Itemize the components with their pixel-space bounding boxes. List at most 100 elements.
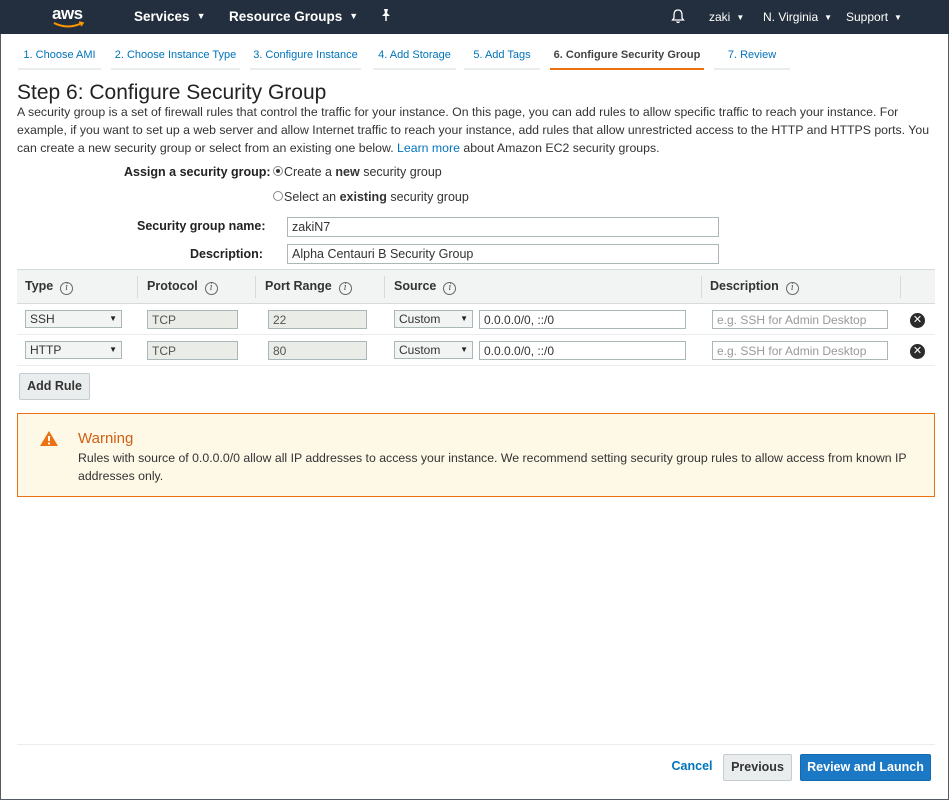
review-and-launch-button[interactable]: Review and Launch bbox=[800, 754, 931, 781]
port-range-field: 22 bbox=[268, 310, 367, 329]
chevron-down-icon: ▼ bbox=[736, 13, 745, 22]
chevron-down-icon: ▼ bbox=[824, 13, 833, 22]
tab-label: 6. Configure Security Group bbox=[553, 49, 701, 61]
protocol-field: TCP bbox=[147, 341, 238, 360]
region-name: N. Virginia bbox=[763, 10, 819, 24]
table-row: HTTP ▼ TCP 80 Custom ▼ 0.0.0.0/0, ::/0 e.g… bbox=[17, 335, 935, 366]
aws-smile-icon bbox=[53, 21, 85, 28]
tab-configure-security-group[interactable]: 6. Configure Security Group bbox=[550, 44, 704, 70]
column-divider bbox=[701, 276, 702, 298]
services-label: Services bbox=[134, 9, 190, 24]
aws-logo[interactable]: aws bbox=[52, 4, 86, 30]
add-rule-button[interactable]: Add Rule bbox=[19, 373, 90, 400]
warning-alert: Warning Rules with source of 0.0.0.0/0 a… bbox=[17, 413, 935, 497]
header-label: Port Range bbox=[265, 279, 332, 293]
tab-label: 5. Add Tags bbox=[473, 49, 531, 61]
column-header-source: Source i bbox=[394, 279, 457, 295]
source-cidr-input[interactable]: 0.0.0.0/0, ::/0 bbox=[479, 310, 686, 329]
info-icon[interactable]: i bbox=[443, 282, 457, 295]
info-icon[interactable]: i bbox=[785, 282, 799, 295]
security-group-name-input[interactable]: zakiN7 bbox=[287, 217, 719, 237]
top-nav-bar: aws Services ▼ Resource Groups ▼ zaki ▼ N. … bbox=[0, 0, 949, 34]
pin-icon[interactable] bbox=[380, 8, 392, 25]
radio-button-icon[interactable] bbox=[273, 191, 283, 201]
user-name: zaki bbox=[709, 10, 731, 24]
type-select[interactable]: HTTP ▼ bbox=[25, 341, 122, 359]
region-menu[interactable]: N. Virginia ▼ bbox=[763, 10, 832, 24]
security-group-name-label: Security group name: bbox=[137, 219, 266, 233]
support-menu[interactable]: Support ▼ bbox=[846, 10, 902, 24]
info-icon[interactable]: i bbox=[204, 282, 218, 295]
column-divider bbox=[255, 276, 256, 298]
radio-select-existing[interactable]: Select an existing security group bbox=[273, 190, 469, 204]
table-row: SSH ▼ TCP 22 Custom ▼ 0.0.0.0/0, ::/0 e.g.… bbox=[17, 304, 935, 335]
previous-button[interactable]: Previous bbox=[723, 754, 792, 781]
tab-label: 1. Choose AMI bbox=[23, 49, 96, 61]
tab-review[interactable]: 7. Review bbox=[714, 44, 790, 70]
remove-rule-icon[interactable]: ✕ bbox=[910, 344, 925, 359]
assign-group-label: Assign a security group: bbox=[124, 165, 271, 179]
tab-configure-instance[interactable]: 3. Configure Instance bbox=[250, 44, 361, 70]
header-label: Description bbox=[710, 279, 779, 293]
remove-rule-icon[interactable]: ✕ bbox=[910, 313, 925, 328]
dropdown-arrow-icon: ▼ bbox=[109, 345, 117, 354]
rule-description-input[interactable]: e.g. SSH for Admin Desktop bbox=[712, 341, 888, 360]
radio-create-new[interactable]: Create a new security group bbox=[273, 165, 442, 179]
intro-tail: about Amazon EC2 security groups. bbox=[463, 141, 660, 155]
column-header-type: Type i bbox=[25, 279, 74, 295]
select-value: Custom bbox=[399, 343, 441, 357]
warning-icon bbox=[40, 431, 58, 446]
source-type-select[interactable]: Custom ▼ bbox=[394, 341, 473, 359]
source-cidr-input[interactable]: 0.0.0.0/0, ::/0 bbox=[479, 341, 686, 360]
column-divider bbox=[384, 276, 385, 298]
info-icon[interactable]: i bbox=[60, 282, 74, 295]
page-title: Step 6: Configure Security Group bbox=[17, 81, 327, 104]
rules-table-header: Type i Protocol i Port Range i Source i Desc… bbox=[17, 269, 935, 304]
column-divider bbox=[900, 276, 901, 298]
option-select-pre: Select an bbox=[284, 190, 340, 204]
column-header-description: Description i bbox=[710, 279, 799, 295]
dropdown-arrow-icon: ▼ bbox=[460, 345, 468, 354]
description-input[interactable]: Alpha Centauri B Security Group bbox=[287, 244, 719, 264]
rule-description-input[interactable]: e.g. SSH for Admin Desktop bbox=[712, 310, 888, 329]
support-label: Support bbox=[846, 10, 889, 24]
header-label: Protocol bbox=[147, 279, 198, 293]
resource-groups-label: Resource Groups bbox=[229, 9, 343, 24]
header-label: Source bbox=[394, 279, 437, 293]
info-icon[interactable]: i bbox=[338, 282, 352, 295]
tab-add-storage[interactable]: 4. Add Storage bbox=[373, 44, 456, 70]
chevron-down-icon: ▼ bbox=[894, 13, 902, 22]
select-value: Custom bbox=[399, 312, 441, 326]
tab-label: 4. Add Storage bbox=[378, 49, 451, 61]
tab-add-tags[interactable]: 5. Add Tags bbox=[464, 44, 540, 70]
option-create-bold: new bbox=[335, 165, 360, 179]
resource-groups-menu[interactable]: Resource Groups ▼ bbox=[229, 9, 358, 24]
chevron-down-icon: ▼ bbox=[349, 11, 359, 21]
protocol-field: TCP bbox=[147, 310, 238, 329]
source-type-select[interactable]: Custom ▼ bbox=[394, 310, 473, 328]
header-label: Type bbox=[25, 279, 54, 293]
option-select-post: security group bbox=[386, 190, 469, 204]
bell-icon[interactable] bbox=[671, 8, 685, 27]
description-label: Description: bbox=[190, 247, 263, 261]
intro-paragraph: A security group is a set of firewall ru… bbox=[17, 103, 935, 157]
radio-button-icon[interactable] bbox=[273, 166, 283, 176]
warning-text: Rules with source of 0.0.0.0/0 allow all… bbox=[78, 451, 907, 483]
column-divider bbox=[137, 276, 138, 298]
select-value: SSH bbox=[30, 312, 55, 326]
cancel-button[interactable]: Cancel bbox=[667, 754, 717, 781]
type-select[interactable]: SSH ▼ bbox=[25, 310, 122, 328]
column-header-port-range: Port Range i bbox=[265, 279, 352, 295]
user-menu[interactable]: zaki ▼ bbox=[709, 10, 744, 24]
tab-label: 2. Choose Instance Type bbox=[114, 49, 237, 61]
option-select-bold: existing bbox=[339, 190, 387, 204]
services-menu[interactable]: Services ▼ bbox=[134, 9, 205, 24]
warning-title: Warning bbox=[78, 430, 134, 447]
learn-more-link[interactable]: Learn more bbox=[397, 141, 460, 155]
option-create-pre: Create a bbox=[284, 165, 336, 179]
select-value: HTTP bbox=[30, 343, 62, 357]
tab-choose-ami[interactable]: 1. Choose AMI bbox=[18, 44, 101, 70]
tab-choose-instance-type[interactable]: 2. Choose Instance Type bbox=[111, 44, 240, 70]
column-header-protocol: Protocol i bbox=[147, 279, 218, 295]
option-create-post: security group bbox=[359, 165, 442, 179]
